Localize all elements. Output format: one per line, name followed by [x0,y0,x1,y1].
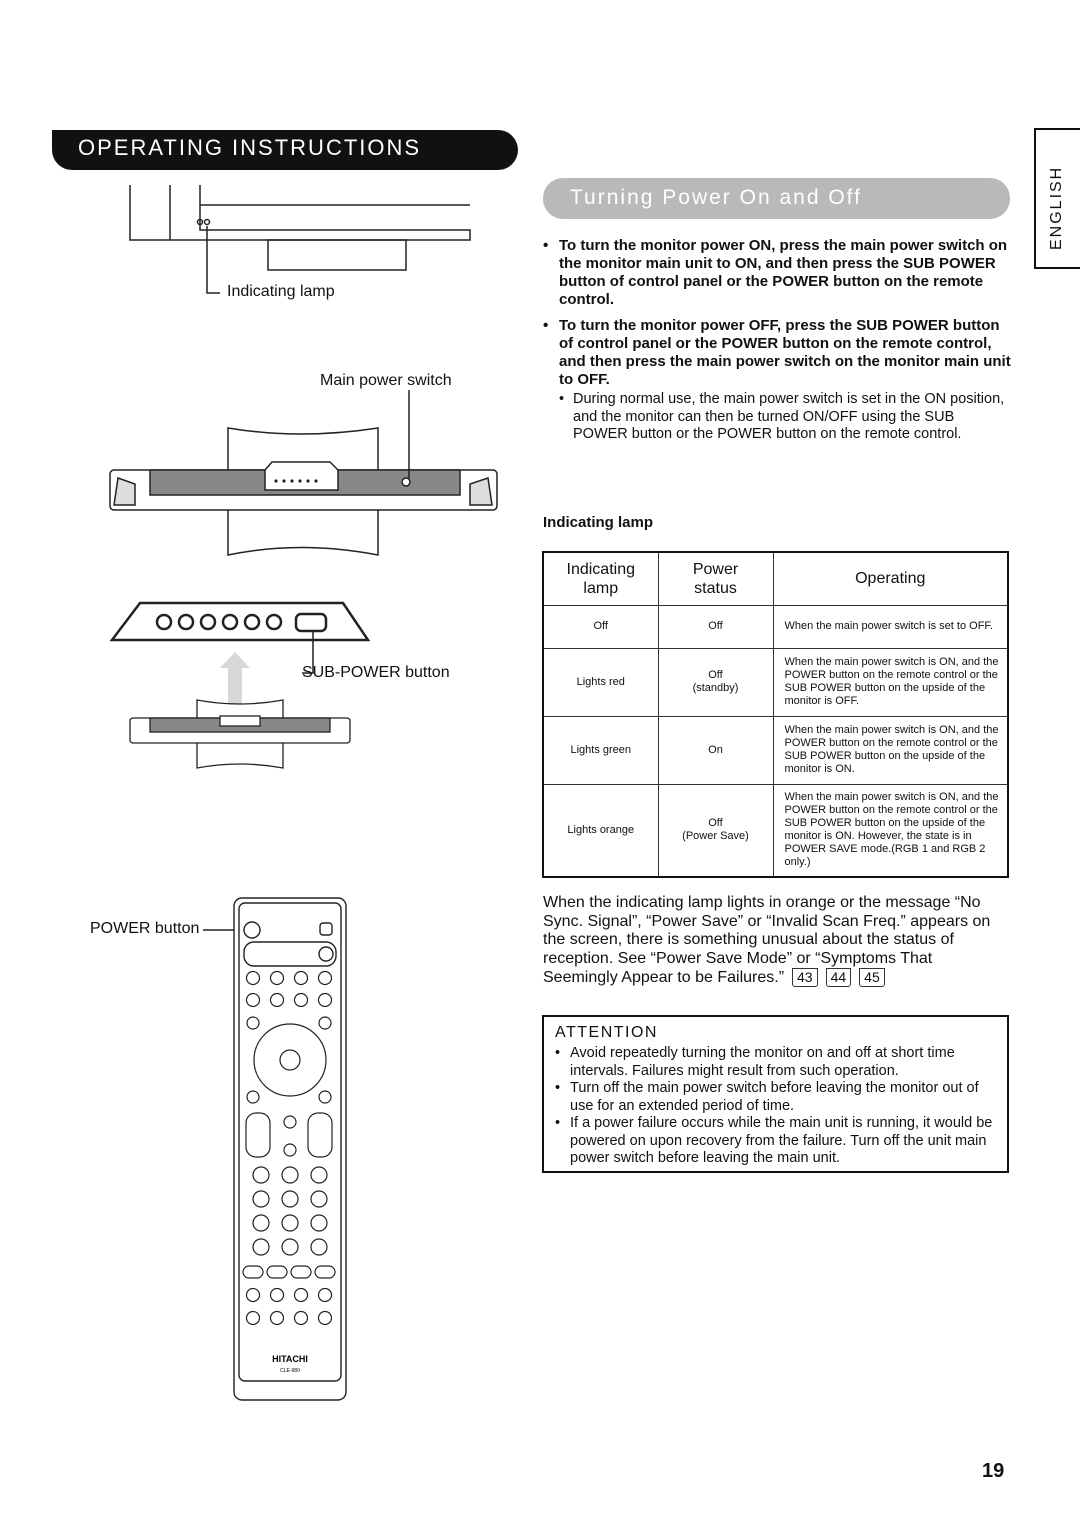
remote-button-shape [269,992,285,1008]
indicating-lamp-label: Indicating lamp [227,283,335,300]
remote-button-shape [281,1214,299,1232]
section-header: OPERATING INSTRUCTIONS [52,130,518,170]
remote-button-shape [310,1190,328,1208]
page-ref[interactable]: 45 [859,968,885,987]
remote-button-shape [245,1310,261,1326]
note: During normal use, the main power switch… [559,391,1009,444]
remote-button-shape [293,1310,309,1326]
operating-cell: When the main power switch is ON, and th… [772,715,1009,785]
remote-button-shape [293,992,309,1008]
table-row: Lights red Off (standby) When the main powe… [542,647,1009,717]
remote-button-shape [252,1190,270,1208]
attention-item: If a power failure occurs while the main… [555,1115,997,1168]
table-row: Off Off When the main power switch is set … [542,604,1009,649]
remote-model: CLE-980 [280,1368,300,1374]
lamp-table: Indicating lamp Power status Operating O… [542,551,1009,878]
attention-box: ATTENTION Avoid repeatedly turning the m… [542,1015,1009,1173]
remote-button-shape [245,1287,261,1303]
remote-button-shape [310,1214,328,1232]
remote-button-shape [281,1190,299,1208]
remote-button-shape [283,1115,297,1129]
remote-button-shape [317,992,333,1008]
language-tab: ENGLISH [1034,128,1080,269]
col-label: Indicating lamp [566,560,636,597]
remote-button-shape [318,1090,332,1104]
main-power-switch-label: Main power switch [320,372,452,389]
status-cell: Off [657,604,774,649]
page-number: 19 [982,1460,1005,1482]
remote-button-shape [307,1112,333,1158]
remote-button-shape [252,1214,270,1232]
lamp-cell: Lights green [542,715,659,785]
col-header: Operating [772,551,1009,606]
page-ref[interactable]: 44 [825,968,852,987]
instruction-off: To turn the monitor power OFF, press the… [543,317,1013,389]
status-cell: On [657,715,774,785]
lamp-cell: Lights red [542,647,659,717]
lamp-cell: Lights orange [542,783,659,878]
status-cell: Off (Power Save) [657,783,774,878]
operating-cell: When the main power switch is ON, and th… [772,783,1009,878]
remote-button-shape [317,1310,333,1326]
remote-button-shape [279,1049,301,1071]
remote-button-shape [281,1166,299,1184]
remote-button-shape [269,1287,285,1303]
status: Off [708,669,723,681]
remote-button-shape [242,1265,264,1279]
remote-button-shape [245,992,261,1008]
table-row: Lights orange Off (Power Save) When the mai… [542,783,1009,878]
remote-button-shape [310,1166,328,1184]
remote-button-shape [245,1112,271,1158]
remote-control-illustration: HITACHI CLE-980 [203,897,347,1401]
attention-item: Avoid repeatedly turning the monitor on … [555,1045,997,1080]
lamp-heading: Indicating lamp [543,514,654,531]
page-ref[interactable]: 43 [792,968,818,987]
remote-button-shape [266,1265,288,1279]
status-detail: (standby) [692,682,739,694]
remote-button-shape [317,970,333,986]
status-cell: Off (standby) [657,647,774,717]
remote-button-shape [283,1143,297,1157]
attention-item: Turn off the main power switch before le… [555,1080,997,1115]
remote-button-shape [252,1238,270,1256]
remote-button-shape [245,970,261,986]
lamp-cell: Off [542,604,659,649]
table-header: Indicating lamp Power status Operating [542,551,1009,606]
remote-button-shape [252,1166,270,1184]
remote-button-shape [269,1310,285,1326]
operating-cell: When the main power switch is set to OFF… [772,604,1009,649]
status: Off [708,817,723,830]
info-paragraph: When the indicating lamp lights in orang… [543,894,1008,988]
status: On [708,743,723,756]
paragraph-text: When the indicating lamp lights in orang… [543,894,991,986]
power-button-label: POWER button [90,920,200,937]
table-row: Lights green On When the main power switch… [542,715,1009,785]
remote-brand-logo: HITACHI [272,1354,308,1364]
col-header: Power status [657,551,774,606]
attention-title: ATTENTION [555,1024,658,1041]
remote-button-shape [318,1016,332,1030]
col-header: Indicating lamp [542,551,659,606]
remote-button-shape [314,1265,336,1279]
remote-button-shape [293,1287,309,1303]
remote-button-shape [246,1090,260,1104]
remote-button-shape [281,1238,299,1256]
operating-cell: When the main power switch is ON, and th… [772,647,1009,717]
sub-power-button-label: SUB-POWER button [302,664,450,681]
remote-button-shape [246,1016,260,1030]
section-title: Turning Power On and Off [543,178,1010,219]
instruction-on: To turn the monitor power ON, press the … [543,237,1013,309]
power-button-icon [243,921,261,939]
status: Off [708,620,723,632]
remote-button-shape [310,1238,328,1256]
remote-button-shape [317,1287,333,1303]
remote-button-shape [269,970,285,986]
remote-button-shape [293,970,309,986]
remote-button-shape [290,1265,312,1279]
language-label: ENGLISH [1048,165,1065,250]
col-label: Power status [692,560,739,597]
status-detail: (Power Save) [682,830,749,843]
